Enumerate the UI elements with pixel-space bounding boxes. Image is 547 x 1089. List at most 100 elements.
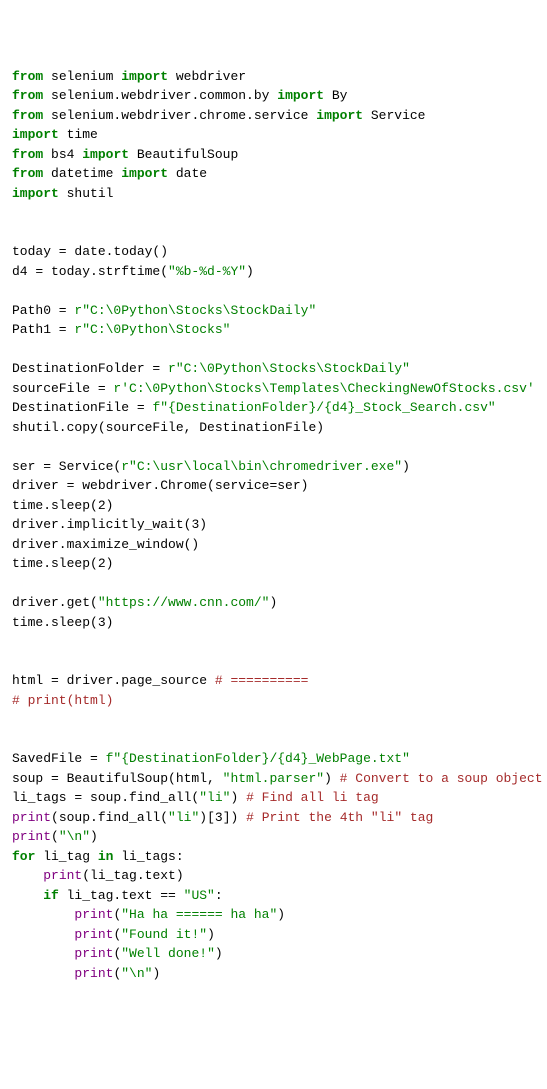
token-comment-red: # print(html) — [12, 693, 113, 708]
token-punct: SavedFile = — [12, 751, 106, 766]
token-str: f"{DestinationFolder}/{d4}_Stock_Search.… — [152, 400, 495, 415]
token-punct: ]) — [223, 810, 246, 825]
token-punct: ser = Service( — [12, 459, 121, 474]
token-str: r"C:\0Python\Stocks\StockDaily" — [168, 361, 410, 376]
token-punct: sourceFile = — [12, 381, 113, 396]
token-punct: time.sleep( — [12, 615, 98, 630]
token-kw: if — [43, 888, 59, 903]
code-line: time.sleep(2) — [12, 496, 535, 516]
token-punct: li_tags: — [113, 849, 183, 864]
token-punct: ( — [113, 927, 121, 942]
token-magenta: print — [74, 946, 113, 961]
token-punct — [12, 907, 74, 922]
code-line: driver = webdriver.Chrome(service=ser) — [12, 476, 535, 496]
token-kw: for — [12, 849, 35, 864]
token-punct: BeautifulSoup — [129, 147, 238, 162]
token-punct: html = driver.page_source — [12, 673, 215, 688]
code-line: Path0 = r"C:\0Python\Stocks\StockDaily" — [12, 301, 535, 321]
code-line: from bs4 import BeautifulSoup — [12, 145, 535, 165]
token-str: "Well done!" — [121, 946, 215, 961]
token-str: "li" — [199, 790, 230, 805]
token-punct: )[ — [199, 810, 215, 825]
code-line — [12, 223, 535, 243]
token-kw: import — [121, 69, 168, 84]
token-punct: bs4 — [43, 147, 82, 162]
code-line: time.sleep(2) — [12, 554, 535, 574]
code-block: from selenium import webdriverfrom selen… — [12, 67, 535, 984]
code-line: driver.get("https://www.cnn.com/") — [12, 593, 535, 613]
token-punct: ( — [51, 829, 59, 844]
token-str: r"C:\usr\local\bin\chromedriver.exe" — [121, 459, 402, 474]
code-line: # print(html) — [12, 691, 535, 711]
token-comment-red: # Print the 4th "li" tag — [246, 810, 433, 825]
token-str: r"C:\0Python\Stocks" — [74, 322, 230, 337]
token-punct: webdriver — [168, 69, 246, 84]
code-line: from datetime import date — [12, 164, 535, 184]
token-punct: : — [215, 888, 223, 903]
token-magenta: print — [74, 927, 113, 942]
code-line: soup = BeautifulSoup(html, "html.parser"… — [12, 769, 535, 789]
code-line: Path1 = r"C:\0Python\Stocks" — [12, 320, 535, 340]
code-line: shutil.copy(sourceFile, DestinationFile) — [12, 418, 535, 438]
token-punct: ) — [246, 264, 254, 279]
token-punct: ) — [90, 829, 98, 844]
token-str: "%b-%d-%Y" — [168, 264, 246, 279]
token-str: r"C:\0Python\Stocks\StockDaily" — [74, 303, 316, 318]
token-kw: from — [12, 88, 43, 103]
token-punct: shutil.copy(sourceFile, DestinationFile) — [12, 420, 324, 435]
token-punct: ) — [152, 966, 160, 981]
token-punct: ) — [106, 615, 114, 630]
code-line: print("Well done!") — [12, 944, 535, 964]
token-punct: li_tag.text == — [59, 888, 184, 903]
code-line: print("\n") — [12, 827, 535, 847]
token-magenta: print — [74, 966, 113, 981]
token-punct: ) — [277, 907, 285, 922]
token-kw: import — [121, 166, 168, 181]
token-punct — [12, 927, 74, 942]
code-line: d4 = today.strftime("%b-%d-%Y") — [12, 262, 535, 282]
token-punct: (soup.find_all( — [51, 810, 168, 825]
code-line: from selenium.webdriver.common.by import… — [12, 86, 535, 106]
token-str: "https://www.cnn.com/" — [98, 595, 270, 610]
token-punct: soup = BeautifulSoup(html, — [12, 771, 223, 786]
code-line: ser = Service(r"C:\usr\local\bin\chromed… — [12, 457, 535, 477]
code-line: print(li_tag.text) — [12, 866, 535, 886]
token-kw: import — [277, 88, 324, 103]
code-line — [12, 710, 535, 730]
token-num: 2 — [98, 498, 106, 513]
code-line: print("Ha ha ====== ha ha") — [12, 905, 535, 925]
token-magenta: print — [12, 810, 51, 825]
token-kw: import — [316, 108, 363, 123]
token-str: "li" — [168, 810, 199, 825]
token-punct: ) — [207, 927, 215, 942]
token-punct: li_tags = soup.find_all( — [12, 790, 199, 805]
code-line — [12, 632, 535, 652]
token-punct: Path1 = — [12, 322, 74, 337]
code-line — [12, 437, 535, 457]
token-punct: d4 = today.strftime( — [12, 264, 168, 279]
code-line: print(soup.find_all("li")[3]) # Print th… — [12, 808, 535, 828]
token-magenta: print — [12, 829, 51, 844]
token-num: 3 — [215, 810, 223, 825]
token-comment-red: # Find all li tag — [246, 790, 379, 805]
token-str: "\n" — [59, 829, 90, 844]
token-punct: ) — [230, 790, 246, 805]
token-punct — [12, 946, 74, 961]
token-str: "Found it!" — [121, 927, 207, 942]
token-str: "html.parser" — [223, 771, 324, 786]
code-line: DestinationFolder = r"C:\0Python\Stocks\… — [12, 359, 535, 379]
code-line — [12, 281, 535, 301]
token-punct: ) — [199, 517, 207, 532]
token-punct: date — [168, 166, 207, 181]
token-punct: driver.get( — [12, 595, 98, 610]
code-line — [12, 203, 535, 223]
token-kw: from — [12, 108, 43, 123]
token-punct: ( — [113, 966, 121, 981]
code-line — [12, 652, 535, 672]
token-num: 3 — [98, 615, 106, 630]
code-line — [12, 730, 535, 750]
code-line: import shutil — [12, 184, 535, 204]
token-punct: time.sleep( — [12, 498, 98, 513]
code-line: for li_tag in li_tags: — [12, 847, 535, 867]
token-punct: selenium.webdriver.chrome.service — [43, 108, 316, 123]
